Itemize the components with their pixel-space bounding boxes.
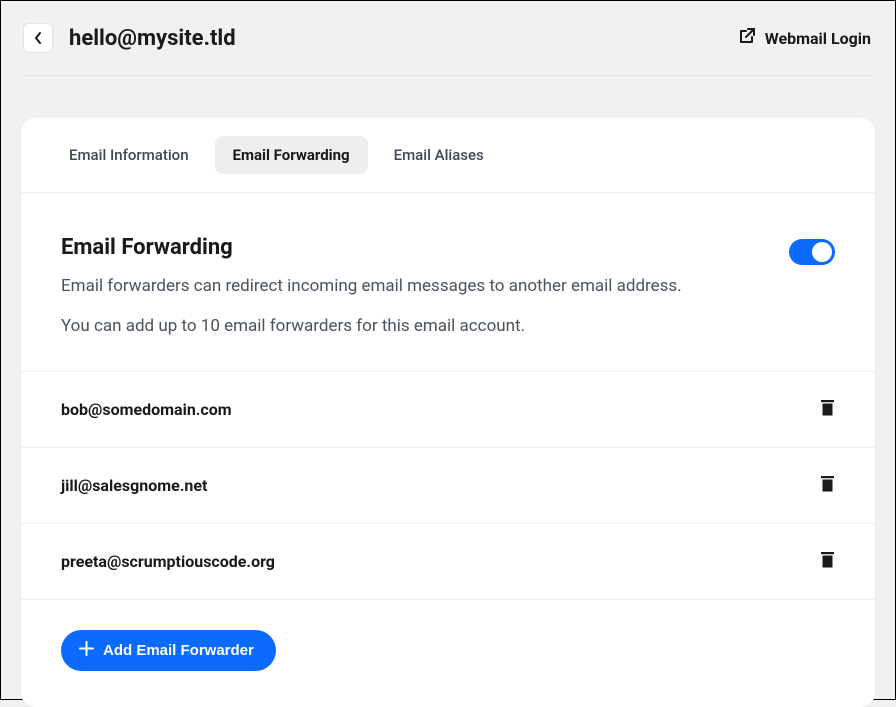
- section-header: Email Forwarding Email forwarders can re…: [61, 235, 835, 339]
- section-title: Email Forwarding: [61, 235, 682, 260]
- tab-email-information[interactable]: Email Information: [51, 136, 207, 174]
- add-forwarder-button[interactable]: Add Email Forwarder: [61, 630, 276, 671]
- add-forwarder-label: Add Email Forwarder: [103, 642, 254, 659]
- tab-email-aliases[interactable]: Email Aliases: [376, 136, 502, 174]
- forwarding-section: Email Forwarding Email forwarders can re…: [21, 193, 875, 372]
- forwarder-email: jill@salesgnome.net: [61, 476, 207, 495]
- trash-icon: [821, 552, 834, 572]
- section-description: Email forwarders can redirect incoming e…: [61, 274, 682, 300]
- topbar: hello@mysite.tld Webmail Login: [1, 1, 895, 75]
- webmail-login-link[interactable]: Webmail Login: [739, 28, 871, 48]
- forwarder-email: preeta@scrumptiouscode.org: [61, 552, 275, 571]
- list-item: preeta@scrumptiouscode.org: [21, 524, 875, 600]
- trash-icon: [821, 400, 834, 420]
- section-text: Email Forwarding Email forwarders can re…: [61, 235, 682, 339]
- footer: Add Email Forwarder: [21, 600, 875, 707]
- trash-icon: [821, 476, 834, 496]
- chevron-left-icon: [34, 29, 42, 48]
- main-card: Email Information Email Forwarding Email…: [21, 118, 875, 707]
- list-item: bob@somedomain.com: [21, 372, 875, 448]
- tab-email-forwarding[interactable]: Email Forwarding: [215, 136, 368, 174]
- delete-button[interactable]: [819, 553, 835, 571]
- webmail-login-label: Webmail Login: [765, 29, 871, 48]
- delete-button[interactable]: [819, 401, 835, 419]
- delete-button[interactable]: [819, 477, 835, 495]
- forwarders-list: bob@somedomain.com jill@salesgnome.net: [21, 372, 875, 600]
- topbar-left: hello@mysite.tld: [23, 23, 236, 53]
- external-link-icon: [739, 28, 755, 48]
- toggle-knob: [812, 242, 832, 262]
- tabs: Email Information Email Forwarding Email…: [21, 118, 875, 193]
- back-button[interactable]: [23, 23, 53, 53]
- forwarder-email: bob@somedomain.com: [61, 400, 232, 419]
- divider: [21, 75, 875, 76]
- section-note: You can add up to 10 email forwarders fo…: [61, 314, 682, 340]
- plus-icon: [79, 641, 94, 660]
- page-title: hello@mysite.tld: [69, 26, 236, 51]
- list-item: jill@salesgnome.net: [21, 448, 875, 524]
- forwarding-toggle[interactable]: [789, 239, 835, 265]
